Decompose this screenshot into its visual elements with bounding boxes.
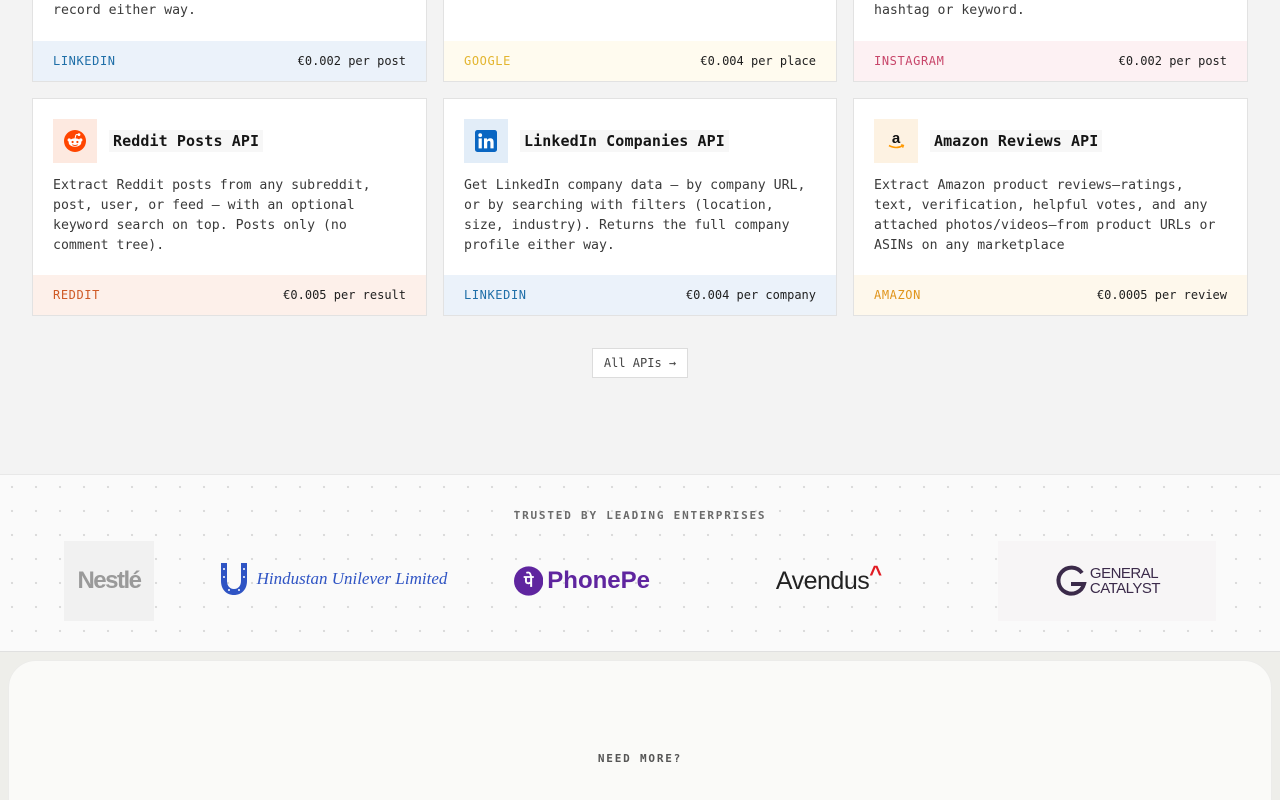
card-description: Get LinkedIn company data — by company U… — [464, 178, 806, 253]
card-footer: LINKEDIN €0.004 per company — [444, 275, 836, 315]
card-header: Reddit Posts API — [53, 119, 264, 163]
price-label: €0.002 per post — [297, 54, 406, 68]
api-card-reddit[interactable]: Reddit Posts API Extract Reddit posts fr… — [32, 98, 427, 316]
card-footer: INSTAGRAM €0.002 per post — [854, 41, 1247, 81]
card-description: Extract Amazon product reviews—ratings, … — [874, 178, 1216, 253]
need-more-label: NEED MORE? — [597, 752, 683, 765]
api-card-top-2[interactable]: GOOGLE €0.004 per place — [443, 0, 837, 82]
linkedin-icon — [464, 119, 508, 163]
api-card-amazon-reviews[interactable]: a Amazon Reviews API Extract Amazon prod… — [853, 98, 1248, 316]
svg-text:a: a — [892, 130, 901, 147]
phonepe-icon: पे — [514, 566, 544, 596]
nestle-logo: Nestlé — [64, 541, 154, 621]
card-description: Extract Reddit posts from any subreddit,… — [53, 178, 371, 253]
card-description: hashtag or keyword. — [874, 3, 1025, 18]
phonepe-logo: पे PhonePe — [514, 561, 650, 601]
card-title: Reddit Posts API — [109, 130, 264, 152]
platform-label: REDDIT — [53, 288, 100, 302]
card-footer: REDDIT €0.005 per result — [33, 275, 426, 315]
platform-label: AMAZON — [874, 288, 921, 302]
card-footer: AMAZON €0.0005 per review — [854, 275, 1247, 315]
card-title: LinkedIn Companies API — [520, 130, 729, 152]
platform-label: LINKEDIN — [53, 54, 116, 68]
reddit-icon — [53, 119, 97, 163]
card-header: a Amazon Reviews API — [874, 119, 1103, 163]
platform-label: GOOGLE — [464, 54, 511, 68]
need-more-section: NEED MORE? — [8, 660, 1272, 800]
price-label: €0.002 per post — [1118, 54, 1227, 68]
card-footer: GOOGLE €0.004 per place — [444, 41, 836, 81]
price-label: €0.004 per company — [685, 288, 816, 302]
card-description: record either way. — [53, 3, 196, 18]
platform-label: INSTAGRAM — [874, 54, 945, 68]
api-card-top-1[interactable]: record either way. LINKEDIN €0.002 per p… — [32, 0, 427, 82]
price-label: €0.005 per result — [283, 288, 406, 302]
trusted-by-label: TRUSTED BY LEADING ENTERPRISES — [513, 509, 767, 522]
all-apis-button[interactable]: All APIs → — [592, 348, 688, 378]
api-card-linkedin-companies[interactable]: LinkedIn Companies API Get LinkedIn comp… — [443, 98, 837, 316]
avendus-logo: Avendus ^ — [775, 561, 883, 595]
price-label: €0.0005 per review — [1096, 288, 1227, 302]
price-label: €0.004 per place — [700, 54, 816, 68]
avendus-caret-icon: ^ — [869, 561, 883, 586]
trusted-by-section: TRUSTED BY LEADING ENTERPRISES Nestlé Hi… — [0, 474, 1280, 652]
hindustan-unilever-logo: Hindustan Unilever Limited — [212, 559, 452, 599]
general-catalyst-logo: GENERAL CATALYST — [998, 541, 1216, 621]
card-title: Amazon Reviews API — [930, 130, 1103, 152]
api-card-top-3[interactable]: hashtag or keyword. INSTAGRAM €0.002 per… — [853, 0, 1248, 82]
unilever-u-icon — [220, 563, 247, 595]
svg-text:पे: पे — [523, 572, 534, 591]
card-footer: LINKEDIN €0.002 per post — [33, 41, 426, 81]
card-header: LinkedIn Companies API — [464, 119, 729, 163]
general-catalyst-icon — [1056, 565, 1087, 596]
platform-label: LINKEDIN — [464, 288, 527, 302]
amazon-icon: a — [874, 119, 918, 163]
